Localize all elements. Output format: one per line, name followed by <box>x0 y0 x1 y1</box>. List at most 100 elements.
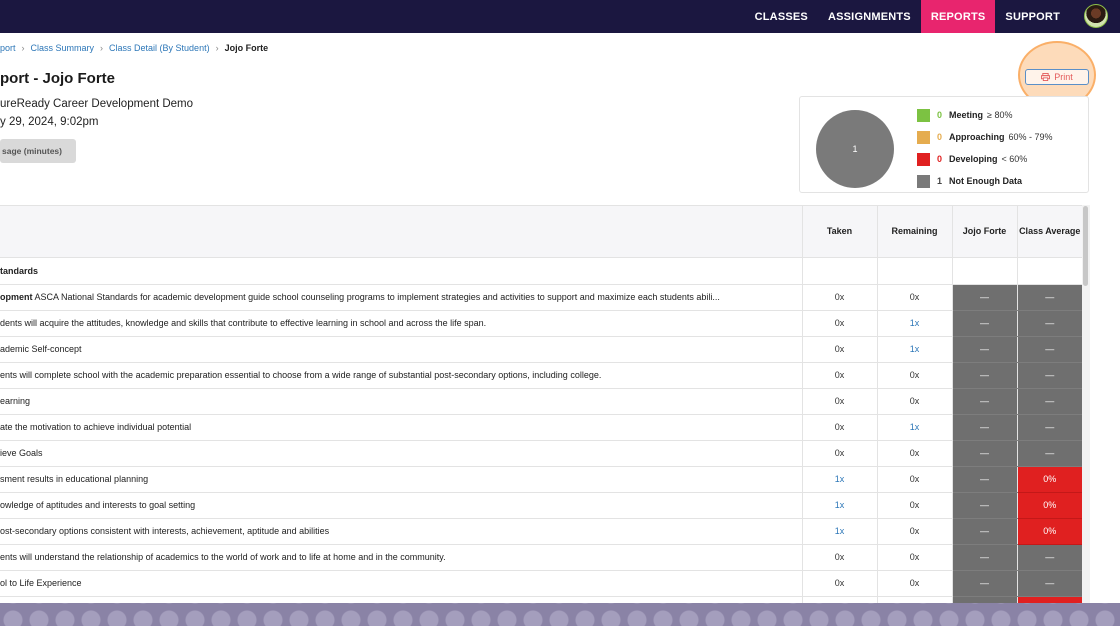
print-button[interactable]: Print <box>1025 69 1089 85</box>
taken-cell: 0x <box>801 544 877 571</box>
breadcrumb-report[interactable]: port <box>0 43 16 53</box>
avatar[interactable] <box>1084 4 1108 28</box>
scrollbar-thumb[interactable] <box>1083 206 1088 286</box>
remaining-cell: 0x <box>876 466 952 493</box>
student-score-cell: — <box>951 284 1017 311</box>
remaining-cell: 0x <box>876 440 952 467</box>
student-score-cell: — <box>951 310 1017 337</box>
student-score-cell: — <box>951 414 1017 441</box>
standard-name: opment <box>0 292 33 302</box>
remaining-cell: 0x <box>876 544 952 571</box>
table-row[interactable]: ademic Self-concept 0x 1x — — <box>0 336 1082 363</box>
table-row[interactable]: dents will acquire the attitudes, knowle… <box>0 310 1082 337</box>
table-row[interactable] <box>0 596 1082 603</box>
header-taken[interactable]: Taken <box>801 206 877 258</box>
chevron-right-icon: › <box>215 43 219 53</box>
breadcrumb: port › Class Summary › Class Detail (By … <box>0 43 268 53</box>
pie-label: 1 <box>852 144 858 154</box>
standard-text: ost-secondary options consistent with in… <box>0 526 330 536</box>
table-row[interactable]: ents will complete school with the acade… <box>0 362 1082 389</box>
taken-cell: 0x <box>801 362 877 389</box>
taken-cell: 0x <box>801 414 877 441</box>
taken-cell <box>801 596 877 603</box>
student-score-cell: — <box>951 544 1017 571</box>
chevron-right-icon: › <box>21 43 25 53</box>
empty-cell <box>1016 257 1082 285</box>
top-nav: CLASSES ASSIGNMENTS REPORTS SUPPORT <box>0 0 1120 33</box>
legend-swatch <box>917 152 930 166</box>
taken-cell[interactable]: 1x <box>801 518 877 545</box>
remaining-cell[interactable]: 1x <box>876 336 952 363</box>
remaining-cell[interactable]: 1x <box>876 414 952 441</box>
standard-description: ents will understand the relationship of… <box>0 544 802 571</box>
class-average-cell: — <box>1016 310 1082 337</box>
nav-classes[interactable]: CLASSES <box>745 0 818 33</box>
legend-range: < 60% <box>1001 154 1028 164</box>
breadcrumb-class-detail[interactable]: Class Detail (By Student) <box>109 43 210 53</box>
taken-cell: 0x <box>801 310 877 337</box>
student-score-cell: — <box>951 440 1017 467</box>
taken-cell[interactable]: 1x <box>801 466 877 493</box>
chevron-right-icon: › <box>100 43 104 53</box>
standard-description: ol to Life Experience <box>0 570 802 597</box>
standard-text: ademic Self-concept <box>0 344 82 354</box>
legend-developing: 0 Developing < 60% <box>917 148 1053 170</box>
standard-text: ents will understand the relationship of… <box>0 552 446 562</box>
standard-description: ate the motivation to achieve individual… <box>0 414 802 441</box>
table-row[interactable]: ate the motivation to achieve individual… <box>0 414 1082 441</box>
class-average-cell: — <box>1016 388 1082 415</box>
legend-range: 60% - 79% <box>1008 132 1053 142</box>
table-row[interactable]: opment ASCA National Standards for acade… <box>0 284 1082 311</box>
nav-support[interactable]: SUPPORT <box>995 0 1070 33</box>
table-header-row: Taken Remaining Jojo Forte Class Average <box>0 206 1082 258</box>
legend-not-enough-data: 1 Not Enough Data <box>917 170 1053 192</box>
standard-description: ost-secondary options consistent with in… <box>0 518 802 545</box>
legend-count: 0 <box>937 110 943 120</box>
section-title: tandards <box>0 257 802 285</box>
standard-description: sment results in educational planning <box>0 466 802 493</box>
table-row[interactable]: earning 0x 0x — — <box>0 388 1082 415</box>
remaining-cell[interactable]: 1x <box>876 310 952 337</box>
student-score-cell: — <box>951 570 1017 597</box>
legend-approaching: 0 Approaching 60% - 79% <box>917 126 1053 148</box>
taken-cell[interactable]: 1x <box>801 492 877 519</box>
legend-label: Developing <box>949 154 998 164</box>
standard-text: ents will complete school with the acade… <box>0 370 602 380</box>
remaining-cell: 0x <box>876 518 952 545</box>
class-average-cell: — <box>1016 414 1082 441</box>
taken-cell: 0x <box>801 440 877 467</box>
class-average-cell: — <box>1016 336 1082 363</box>
class-average-cell: — <box>1016 362 1082 389</box>
legend-label: Not Enough Data <box>949 176 1022 186</box>
class-average-cell: — <box>1016 440 1082 467</box>
header-remaining[interactable]: Remaining <box>876 206 952 258</box>
breadcrumb-class-summary[interactable]: Class Summary <box>31 43 95 53</box>
table-row[interactable]: ol to Life Experience 0x 0x — — <box>0 570 1082 597</box>
header-student[interactable]: Jojo Forte <box>951 206 1017 258</box>
standard-text: dents will acquire the attitudes, knowle… <box>0 318 487 328</box>
empty-cell <box>951 257 1017 285</box>
table-row[interactable]: sment results in educational planning 1x 0… <box>0 466 1082 493</box>
summary-card: 1 0 Meeting ≥ 80% 0 Approaching 60% - 79… <box>799 96 1089 193</box>
table-row[interactable]: ost-secondary options consistent with in… <box>0 518 1082 545</box>
standard-description: ademic Self-concept <box>0 336 802 363</box>
table-row[interactable]: ents will understand the relationship of… <box>0 544 1082 571</box>
legend-label: Approaching <box>949 132 1005 142</box>
usage-minutes-button[interactable]: sage (minutes) <box>0 139 76 163</box>
print-label: Print <box>1054 72 1073 82</box>
header-class-average[interactable]: Class Average <box>1016 206 1082 258</box>
table-row[interactable]: ieve Goals 0x 0x — — <box>0 440 1082 467</box>
legend-count: 0 <box>937 132 943 142</box>
table-row[interactable]: owledge of aptitudes and interests to go… <box>0 492 1082 519</box>
nav-assignments[interactable]: ASSIGNMENTS <box>818 0 921 33</box>
nav-reports[interactable]: REPORTS <box>920 0 996 33</box>
student-score-cell: — <box>951 518 1017 545</box>
remaining-cell: 0x <box>876 570 952 597</box>
class-average-cell: 0% <box>1016 518 1082 545</box>
standard-text: earning <box>0 396 31 406</box>
standard-description: dents will acquire the attitudes, knowle… <box>0 310 802 337</box>
section-row: tandards <box>0 257 1082 285</box>
class-average-cell <box>1016 596 1082 603</box>
standards-table-container: Taken Remaining Jojo Forte Class Average… <box>0 205 1082 603</box>
standard-description: ents will complete school with the acade… <box>0 362 802 389</box>
